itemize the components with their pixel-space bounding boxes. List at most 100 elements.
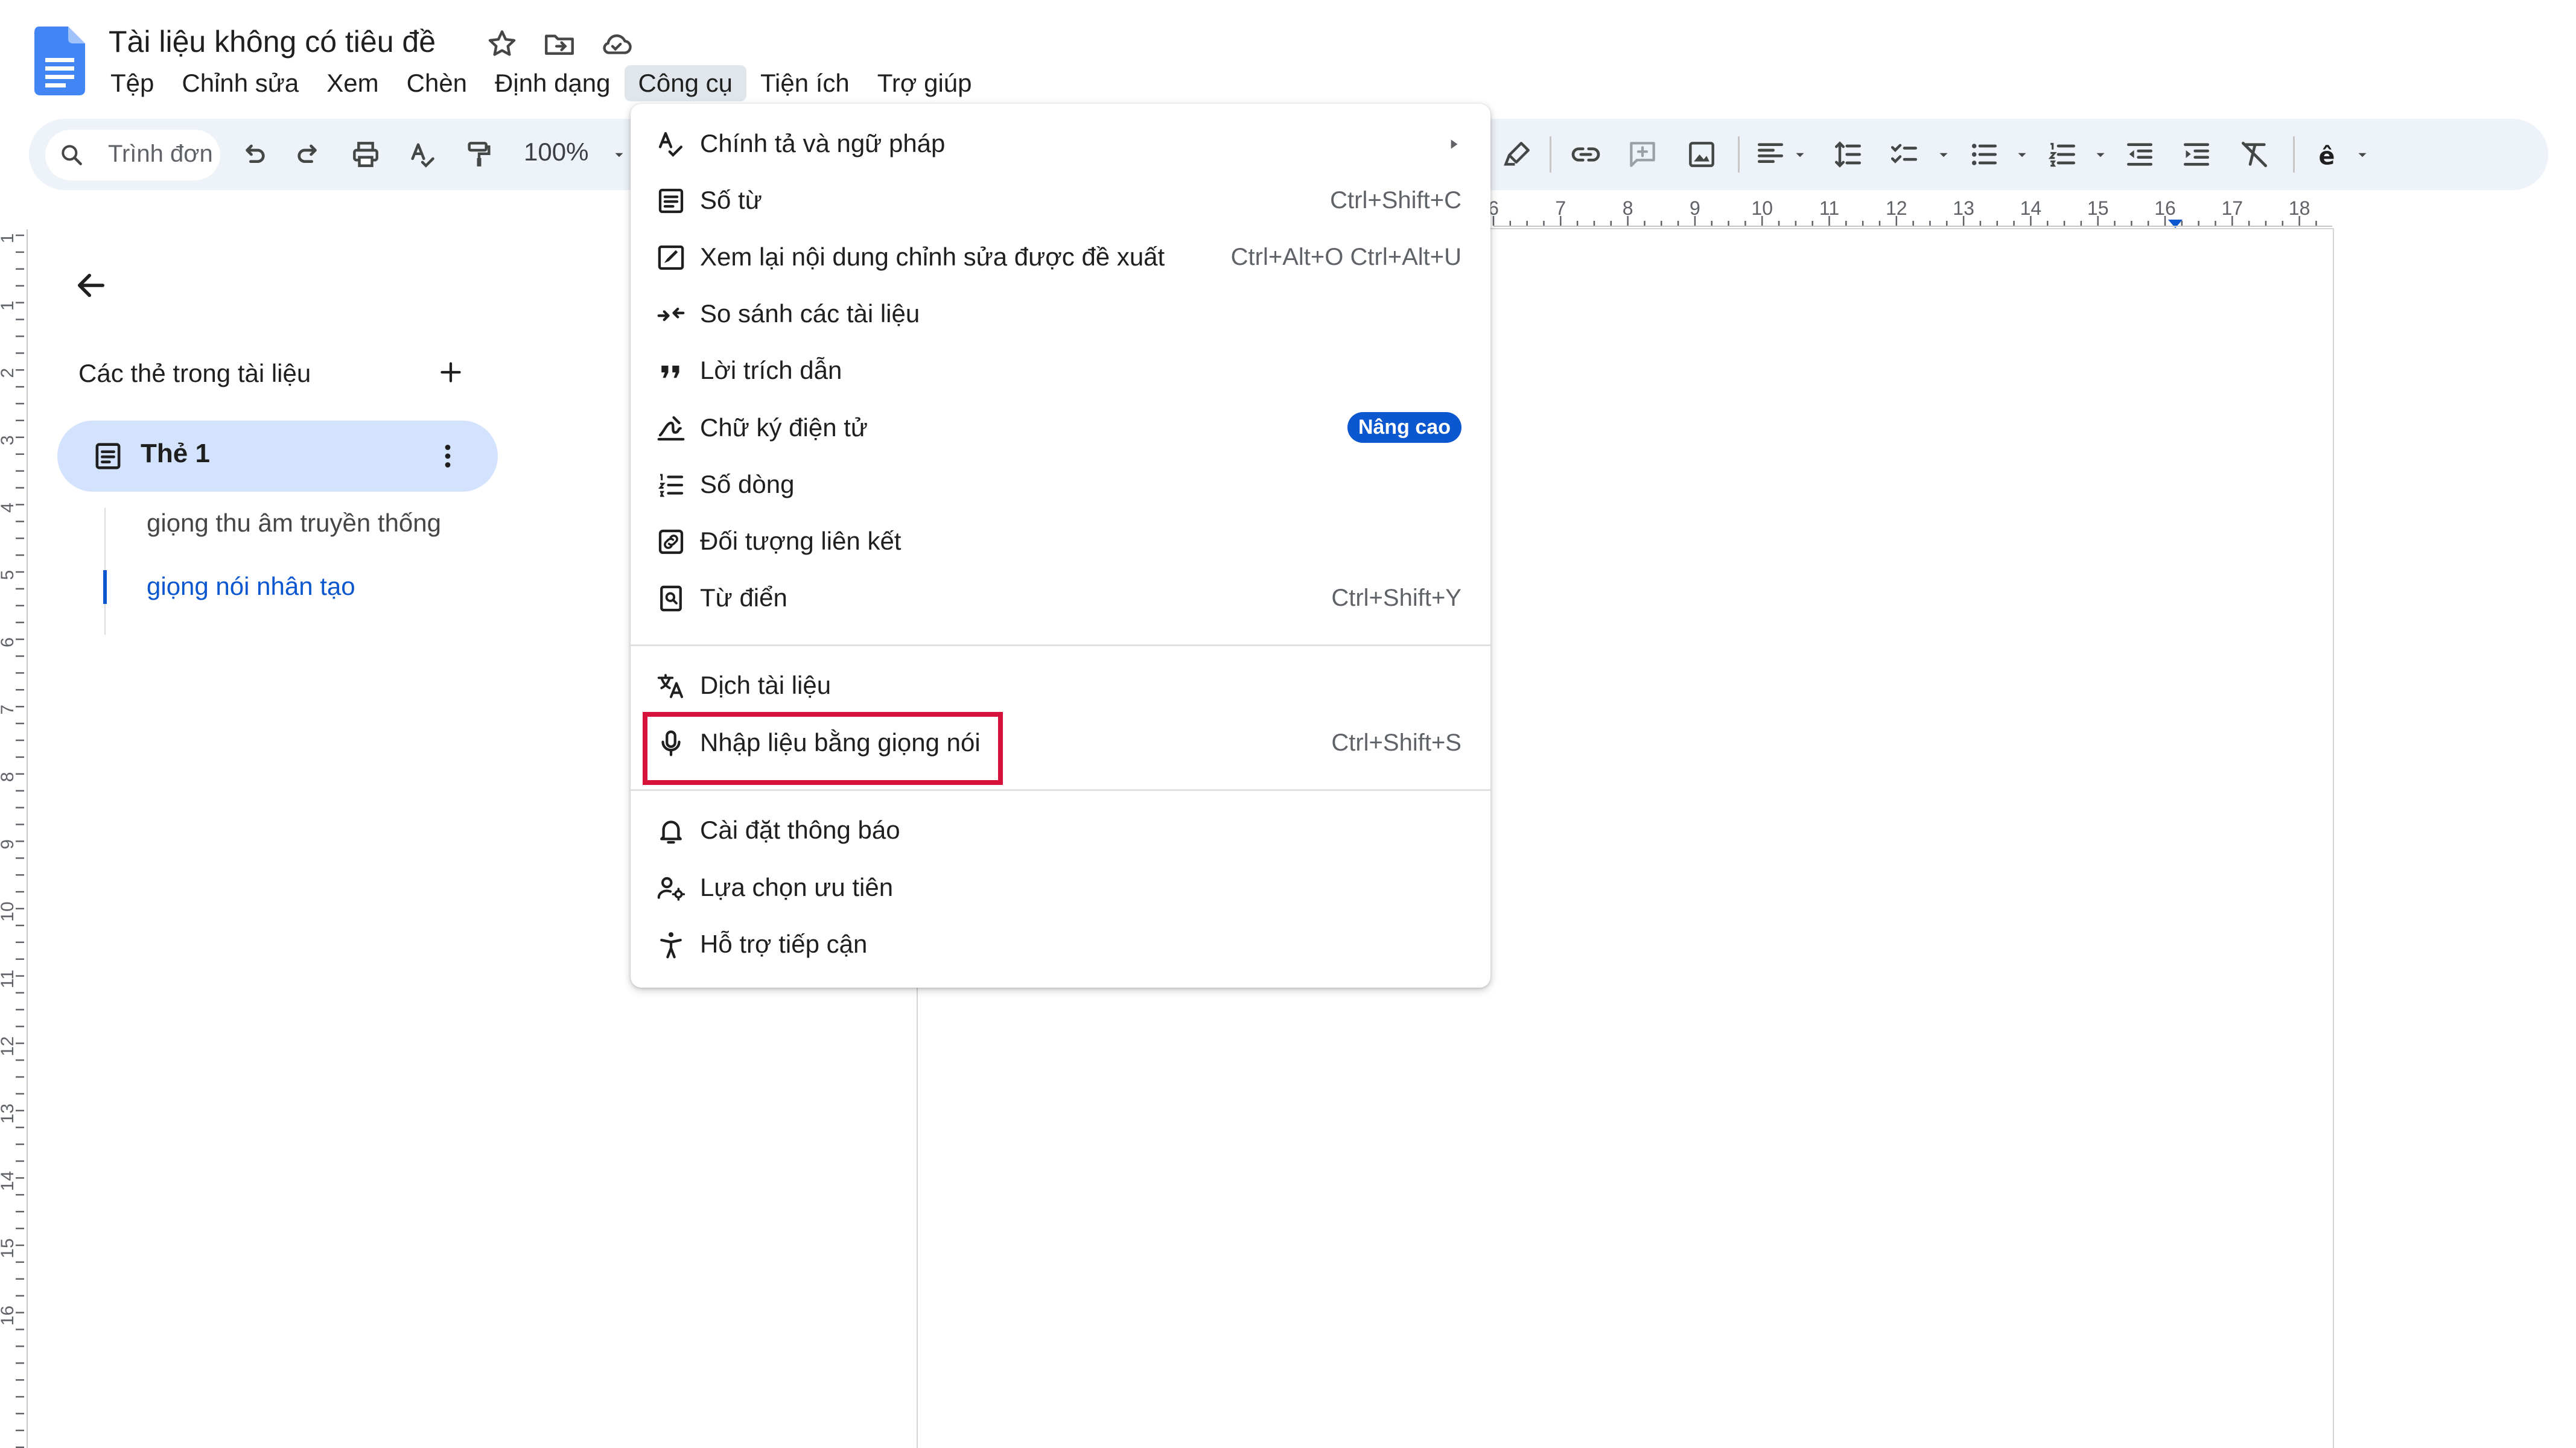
- menu-search-placeholder: Trình đơn: [108, 141, 213, 167]
- ruler-label: 16: [0, 1306, 17, 1326]
- menu-insert[interactable]: Chèn: [393, 65, 481, 101]
- menu-item-review-suggested-edits[interactable]: Xem lại nội dung chỉnh sửa được đề xuất C…: [631, 229, 1490, 286]
- spellcheck-toolbar-icon[interactable]: [405, 138, 439, 171]
- translate-icon: [655, 670, 687, 702]
- checklist-icon[interactable]: [1887, 138, 1921, 171]
- ruler-label: 11: [1819, 197, 1839, 219]
- line-spacing-icon[interactable]: [1831, 138, 1865, 171]
- decrease-indent-icon[interactable]: [2123, 138, 2157, 171]
- menu-file[interactable]: Tệp: [97, 65, 168, 101]
- menu-search-box[interactable]: Trình đơn: [45, 130, 220, 180]
- clear-formatting-icon[interactable]: [2237, 138, 2271, 171]
- cloud-saved-icon[interactable]: [599, 27, 634, 62]
- ruler-label: 12: [1886, 197, 1907, 219]
- zoom-caret-icon[interactable]: [611, 147, 627, 163]
- menu-item-esignature[interactable]: Chữ ký điện tử Nâng cao: [631, 400, 1490, 457]
- ruler-label: 13: [1953, 197, 1974, 219]
- word-count-icon: [655, 185, 687, 217]
- align-left-icon[interactable]: [1754, 138, 1787, 171]
- checklist-caret-icon[interactable]: [1936, 147, 1951, 163]
- ruler-label: 5: [0, 570, 17, 580]
- star-icon[interactable]: [485, 27, 520, 62]
- back-arrow-icon[interactable]: [71, 265, 111, 305]
- outline-heading[interactable]: giọng thu âm truyền thống: [147, 509, 441, 538]
- link-icon[interactable]: [1569, 138, 1603, 171]
- docs-logo-icon[interactable]: [34, 27, 85, 95]
- menu-item-linked-objects[interactable]: Đối tượng liên kết: [631, 513, 1490, 570]
- vertical-ruler[interactable]: 112345678910111213141516: [0, 229, 30, 1448]
- numbered-list-caret-icon[interactable]: [2093, 147, 2108, 163]
- ruler-label: 14: [0, 1171, 17, 1191]
- menu-item-compare-documents[interactable]: So sánh các tài liệu: [631, 286, 1490, 343]
- bulleted-list-icon[interactable]: [1967, 138, 2001, 171]
- menu-extensions[interactable]: Tiện ích: [746, 65, 863, 101]
- ruler-label: 17: [2222, 197, 2244, 219]
- document-title[interactable]: Tài liệu không có tiêu đề: [109, 24, 436, 59]
- page-right-edge: [2333, 229, 2334, 1448]
- input-tools-caret-icon[interactable]: [2355, 147, 2370, 163]
- ruler-label: 1: [0, 233, 17, 244]
- undo-icon[interactable]: [237, 138, 270, 171]
- menu-item-word-count[interactable]: Số từ Ctrl+Shift+C: [631, 173, 1490, 229]
- menu-bar: Tệp Chỉnh sửa Xem Chèn Định dạng Công cụ…: [97, 65, 986, 101]
- signature-icon: [655, 412, 687, 445]
- menu-item-label: Xem lại nội dung chỉnh sửa được đề xuất: [700, 243, 1165, 271]
- menu-view[interactable]: Xem: [313, 65, 392, 101]
- menu-format[interactable]: Định dạng: [481, 65, 624, 101]
- menu-item-notification-settings[interactable]: Cài đặt thông báo: [631, 802, 1490, 859]
- menu-tools[interactable]: Công cụ: [624, 65, 746, 101]
- menu-item-spelling-grammar[interactable]: Chính tả và ngữ pháp: [631, 116, 1490, 173]
- bulleted-list-caret-icon[interactable]: [2014, 147, 2030, 163]
- move-to-folder-icon[interactable]: [542, 27, 577, 62]
- menu-item-line-numbers[interactable]: Số dòng: [631, 457, 1490, 513]
- menu-item-preferences[interactable]: Lựa chọn ưu tiên: [631, 860, 1490, 916]
- redo-icon[interactable]: [292, 138, 326, 171]
- ruler-label: 6: [0, 637, 17, 647]
- align-caret-icon[interactable]: [1792, 147, 1808, 163]
- tab-label: Thẻ 1: [141, 439, 210, 468]
- print-icon[interactable]: [349, 138, 383, 171]
- menu-item-label: So sánh các tài liệu: [700, 299, 920, 328]
- menu-item-label: Dịch tài liệu: [700, 671, 832, 699]
- menu-item-citations[interactable]: Lời trích dẫn: [631, 343, 1490, 399]
- keyboard-shortcut: Ctrl+Shift+Y: [1331, 585, 1461, 611]
- ruler-label: 18: [2289, 197, 2310, 219]
- menu-item-translate-document[interactable]: Dịch tài liệu: [631, 658, 1490, 714]
- add-tab-icon[interactable]: [436, 357, 466, 387]
- menu-item-accessibility[interactable]: Hỗ trợ tiếp cận: [631, 916, 1490, 973]
- tools-dropdown-menu: Chính tả và ngữ pháp Số từ Ctrl+Shift+C Xem…: [631, 104, 1490, 988]
- preferences-icon: [655, 872, 687, 904]
- zoom-select[interactable]: 100%: [524, 138, 588, 167]
- ruler-label: 8: [1623, 197, 1633, 219]
- toolbar-separator: [1550, 136, 1551, 173]
- ruler-label: 3: [0, 435, 17, 445]
- menu-help[interactable]: Trợ giúp: [863, 65, 986, 101]
- paint-format-icon[interactable]: [462, 138, 496, 171]
- highlight-pen-icon[interactable]: [1500, 138, 1534, 171]
- menu-item-dictionary[interactable]: Từ điển Ctrl+Shift+Y: [631, 570, 1490, 627]
- ruler-label: 15: [0, 1238, 17, 1258]
- ruler-label: 4: [0, 503, 17, 513]
- input-tools-icon[interactable]: ê: [2310, 138, 2344, 171]
- linked-objects-icon: [655, 526, 687, 558]
- compare-icon: [655, 298, 687, 331]
- ruler-label: 2: [0, 368, 17, 378]
- tab-item-1[interactable]: Thẻ 1: [57, 421, 498, 492]
- insert-image-icon[interactable]: [1685, 138, 1719, 171]
- add-comment-icon[interactable]: [1626, 138, 1659, 171]
- menu-item-label: Từ điển: [700, 583, 787, 612]
- outline-heading-active[interactable]: giọng nói nhân tạo: [147, 572, 355, 601]
- menu-edit[interactable]: Chỉnh sửa: [168, 65, 313, 101]
- increase-indent-icon[interactable]: [2180, 138, 2213, 171]
- ruler-label: 12: [0, 1037, 17, 1056]
- menu-divider: [631, 644, 1490, 646]
- highlight-annotation-box: [643, 712, 1003, 785]
- submenu-arrow-icon: [1446, 136, 1461, 152]
- menu-item-label: Đối tượng liên kết: [700, 527, 902, 555]
- more-options-icon[interactable]: [430, 439, 465, 474]
- numbered-list-icon[interactable]: [2046, 138, 2079, 171]
- menu-item-label: Chính tả và ngữ pháp: [700, 129, 946, 157]
- ruler-label: 15: [2087, 197, 2109, 219]
- ruler-label: 9: [1690, 197, 1700, 219]
- ruler-label: 7: [1555, 197, 1566, 219]
